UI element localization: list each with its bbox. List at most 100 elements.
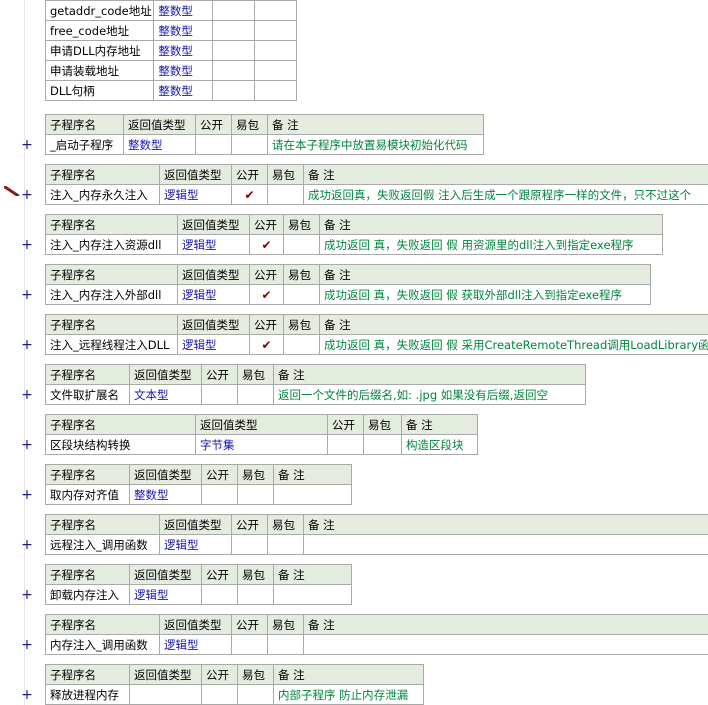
subroutine-row[interactable]: _启动子程序 整数型 请在本子程序中放置易模块初始化代码 bbox=[45, 134, 484, 155]
easy-package-cell[interactable] bbox=[267, 634, 304, 655]
public-check-icon[interactable]: ✔ bbox=[231, 184, 268, 205]
note-cell[interactable] bbox=[273, 584, 352, 605]
expand-plus-icon[interactable]: + bbox=[21, 338, 33, 352]
subroutine-name[interactable]: 区段块结构转换 bbox=[45, 434, 196, 455]
return-type[interactable]: 逻辑型 bbox=[177, 284, 250, 305]
subroutine-name[interactable]: 释放进程内存 bbox=[45, 684, 130, 705]
public-check-icon[interactable]: ✔ bbox=[249, 284, 284, 305]
easy-package-cell[interactable] bbox=[237, 684, 274, 705]
variable-row[interactable]: free_code地址 整数型 bbox=[44, 20, 298, 41]
subroutine-name[interactable]: 注入_内存注入外部dll bbox=[45, 284, 178, 305]
expand-plus-icon[interactable]: + bbox=[21, 188, 33, 202]
return-type[interactable]: 逻辑型 bbox=[129, 584, 202, 605]
expand-plus-icon[interactable]: + bbox=[21, 438, 33, 452]
expand-plus-icon[interactable]: + bbox=[21, 488, 33, 502]
variable-type[interactable]: 整数型 bbox=[153, 60, 213, 81]
variable-row[interactable]: 申请装载地址 整数型 bbox=[44, 60, 298, 81]
subroutine-row[interactable]: 内存注入_调用函数 逻辑型 bbox=[45, 634, 708, 655]
subroutine-row[interactable]: 卸载内存注入 逻辑型 bbox=[45, 584, 352, 605]
note-cell[interactable] bbox=[303, 534, 708, 555]
note-cell[interactable]: 请在本子程序中放置易模块初始化代码 bbox=[267, 134, 484, 155]
easy-package-cell[interactable] bbox=[363, 434, 402, 455]
easy-package-cell[interactable] bbox=[283, 284, 320, 305]
subroutine-row[interactable]: 注入_内存注入外部dll 逻辑型 ✔ 成功返回 真，失败返回 假 获取外部dll注入到… bbox=[45, 284, 651, 305]
return-type[interactable]: 逻辑型 bbox=[159, 534, 232, 555]
variable-name[interactable]: 申请装载地址 bbox=[44, 60, 155, 81]
public-cell[interactable] bbox=[201, 384, 238, 405]
easy-package-cell[interactable] bbox=[267, 534, 304, 555]
subroutine-row[interactable]: 释放进程内存 内部子程序 防止内存泄漏 bbox=[45, 684, 424, 705]
variable-type[interactable]: 整数型 bbox=[153, 0, 213, 21]
public-cell[interactable] bbox=[201, 484, 238, 505]
note-cell[interactable]: 成功返回 真，失败返回 假 获取外部dll注入到指定exe程序 bbox=[319, 284, 651, 305]
return-type[interactable]: 逻辑型 bbox=[177, 334, 250, 355]
variable-type[interactable]: 整数型 bbox=[153, 40, 213, 61]
variable-type[interactable]: 整数型 bbox=[153, 20, 213, 41]
easy-package-cell[interactable] bbox=[283, 234, 320, 255]
variable-type[interactable]: 整数型 bbox=[153, 80, 213, 101]
subroutine-name[interactable]: 远程注入_调用函数 bbox=[45, 534, 160, 555]
return-type[interactable]: 逻辑型 bbox=[177, 234, 250, 255]
note-cell[interactable]: 内部子程序 防止内存泄漏 bbox=[273, 684, 424, 705]
subroutine-name[interactable]: 注入_内存永久注入 bbox=[45, 184, 160, 205]
subroutine-row[interactable]: 远程注入_调用函数 逻辑型 bbox=[45, 534, 708, 555]
easy-package-cell[interactable] bbox=[283, 334, 320, 355]
public-check-icon[interactable]: ✔ bbox=[249, 234, 284, 255]
subroutine-row[interactable]: 注入_内存永久注入 逻辑型 ✔ 成功返回真，失败返回假 注入后生成一个跟原程序一样的文… bbox=[45, 184, 708, 205]
easy-package-cell[interactable] bbox=[237, 384, 274, 405]
expand-plus-icon[interactable]: + bbox=[21, 388, 33, 402]
public-check-icon[interactable]: ✔ bbox=[249, 334, 284, 355]
subroutine-name[interactable]: 内存注入_调用函数 bbox=[45, 634, 160, 655]
return-type[interactable]: 逻辑型 bbox=[159, 184, 232, 205]
easy-package-cell[interactable] bbox=[237, 584, 274, 605]
variable-name[interactable]: free_code地址 bbox=[44, 20, 155, 41]
return-type[interactable]: 整数型 bbox=[129, 484, 202, 505]
subroutine-row[interactable]: 注入_内存注入资源dll 逻辑型 ✔ 成功返回 真，失败返回 假 用资源里的dll注入… bbox=[45, 234, 663, 255]
note-cell[interactable] bbox=[303, 634, 708, 655]
variable-name[interactable]: 申请DLL内存地址 bbox=[44, 40, 155, 61]
subroutine-row[interactable]: 取内存对齐值 整数型 bbox=[45, 484, 352, 505]
return-type[interactable]: 文本型 bbox=[129, 384, 202, 405]
note-cell[interactable]: 成功返回 真，失败返回 假 采用CreateRemoteThread调用Load… bbox=[319, 334, 708, 355]
note-cell[interactable]: 成功返回 真，失败返回 假 用资源里的dll注入到指定exe程序 bbox=[319, 234, 663, 255]
expand-plus-icon[interactable]: + bbox=[21, 688, 33, 702]
variable-row[interactable]: getaddr_code地址 整数型 bbox=[44, 0, 298, 21]
subroutine-name[interactable]: 取内存对齐值 bbox=[45, 484, 130, 505]
public-cell[interactable] bbox=[201, 684, 238, 705]
public-cell[interactable] bbox=[327, 434, 364, 455]
variable-row[interactable]: DLL句柄 整数型 bbox=[44, 80, 298, 101]
expand-plus-icon[interactable]: + bbox=[21, 238, 33, 252]
subroutine-table: 子程序名 返回值类型 公开 易包备 注 注入_内存注入外部dll 逻辑型 ✔ 成功返回 真，… bbox=[45, 264, 651, 305]
subroutine-name[interactable]: _启动子程序 bbox=[45, 134, 124, 155]
note-cell[interactable] bbox=[273, 484, 352, 505]
subroutine-name[interactable]: 注入_远程线程注入DLL bbox=[45, 334, 178, 355]
subroutine-row[interactable]: 注入_远程线程注入DLL 逻辑型 ✔ 成功返回 真，失败返回 假 采用CreateRe… bbox=[45, 334, 708, 355]
subroutine-name[interactable]: 文件取扩展名 bbox=[45, 384, 130, 405]
expand-plus-icon[interactable]: + bbox=[21, 538, 33, 552]
return-type[interactable]: 字节集 bbox=[195, 434, 328, 455]
subroutine-name[interactable]: 注入_内存注入资源dll bbox=[45, 234, 178, 255]
variable-name[interactable]: getaddr_code地址 bbox=[44, 0, 155, 21]
easy-package-cell[interactable] bbox=[237, 484, 274, 505]
easy-package-cell[interactable] bbox=[267, 184, 304, 205]
easy-package-cell[interactable] bbox=[231, 134, 268, 155]
variable-name[interactable]: DLL句柄 bbox=[44, 80, 155, 101]
return-type[interactable]: 逻辑型 bbox=[159, 634, 232, 655]
public-cell[interactable] bbox=[231, 534, 268, 555]
return-type[interactable] bbox=[129, 684, 202, 705]
public-cell[interactable] bbox=[195, 134, 232, 155]
note-cell[interactable]: 构造区段块 bbox=[401, 434, 478, 455]
variable-row[interactable]: 申请DLL内存地址 整数型 bbox=[44, 40, 298, 61]
subroutine-row[interactable]: 区段块结构转换 字节集 构造区段块 bbox=[45, 434, 478, 455]
note-cell[interactable]: 成功返回真，失败返回假 注入后生成一个跟原程序一样的文件，只不过这个 bbox=[303, 184, 708, 205]
expand-plus-icon[interactable]: + bbox=[21, 138, 33, 152]
note-cell[interactable]: 返回一个文件的后缀名,如: .jpg 如果没有后缀,返回空 bbox=[273, 384, 586, 405]
expand-plus-icon[interactable]: + bbox=[21, 288, 33, 302]
public-cell[interactable] bbox=[201, 584, 238, 605]
public-cell[interactable] bbox=[231, 634, 268, 655]
expand-plus-icon[interactable]: + bbox=[21, 638, 33, 652]
return-type[interactable]: 整数型 bbox=[123, 134, 196, 155]
expand-plus-icon[interactable]: + bbox=[21, 588, 33, 602]
subroutine-name[interactable]: 卸载内存注入 bbox=[45, 584, 130, 605]
subroutine-row[interactable]: 文件取扩展名 文本型 返回一个文件的后缀名,如: .jpg 如果没有后缀,返回空 bbox=[45, 384, 586, 405]
